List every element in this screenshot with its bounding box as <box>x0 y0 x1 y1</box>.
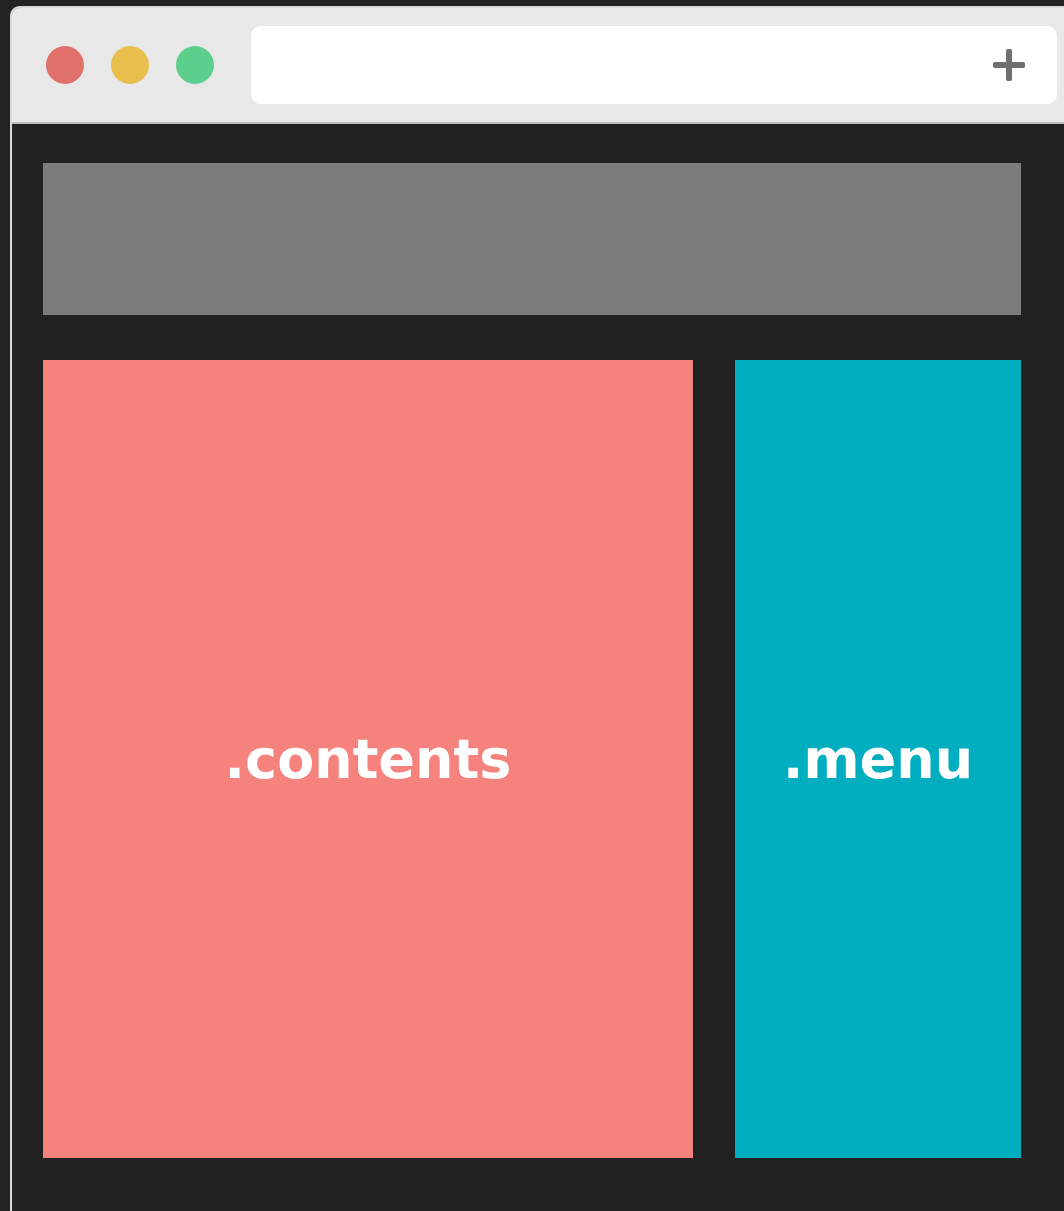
menu-block: .menu <box>735 360 1021 1158</box>
contents-block: .contents <box>43 360 693 1158</box>
minimize-window-button[interactable] <box>111 46 149 84</box>
close-window-button[interactable] <box>46 46 84 84</box>
browser-toolbar <box>12 8 1064 124</box>
address-bar[interactable] <box>251 26 1057 104</box>
plus-icon[interactable] <box>993 49 1025 81</box>
contents-label: .contents <box>224 727 512 791</box>
menu-label: .menu <box>782 727 974 791</box>
maximize-window-button[interactable] <box>176 46 214 84</box>
header-block <box>43 163 1021 315</box>
